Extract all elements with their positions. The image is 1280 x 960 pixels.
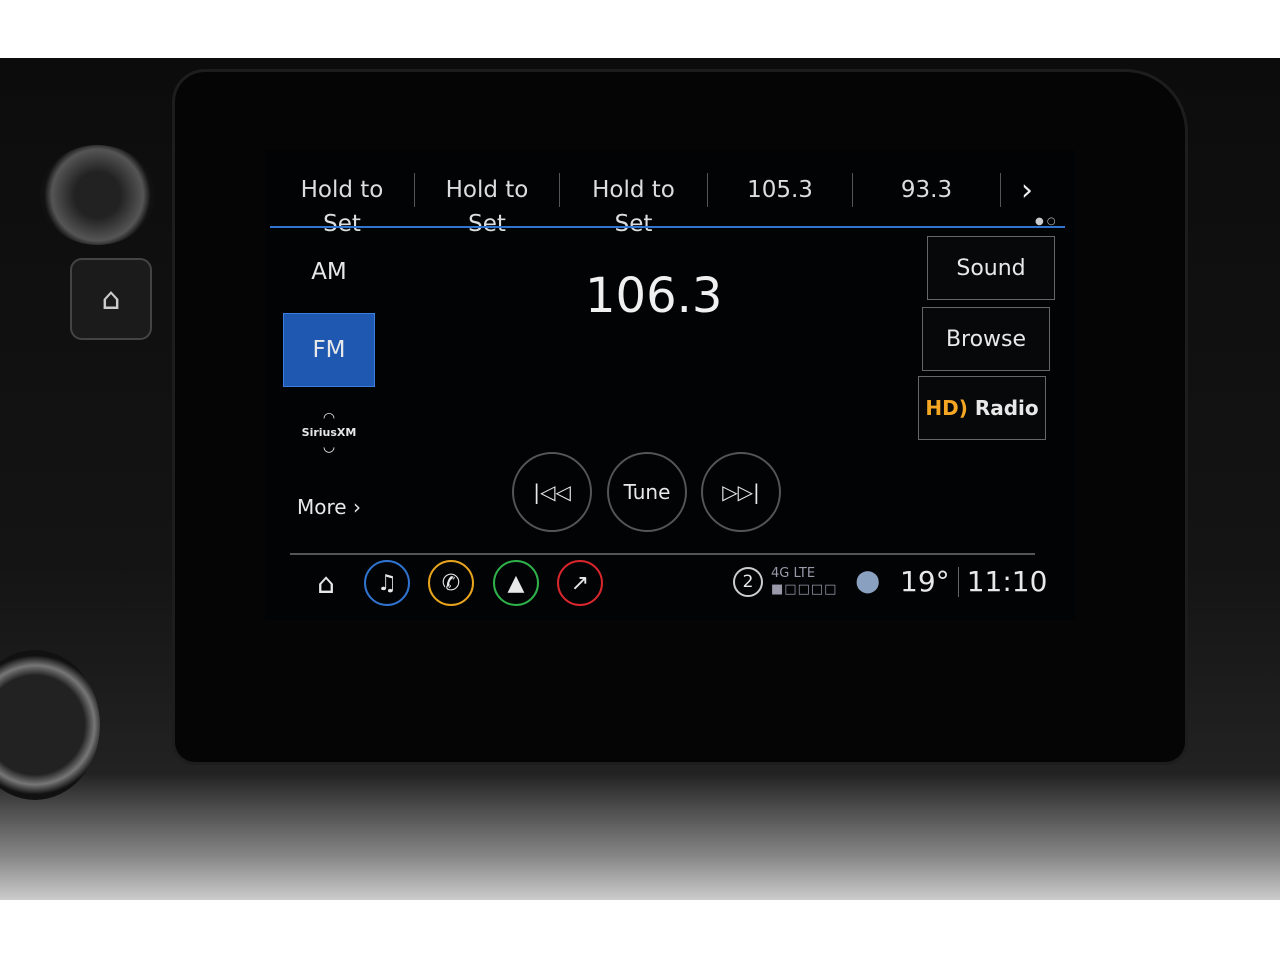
nav-divider [290, 553, 1035, 555]
preset-bar: Hold to Set Hold to Set Hold to Set 105.… [270, 160, 1065, 238]
hd-logo-icon: HD) [925, 396, 968, 420]
band-fm[interactable]: FM [283, 313, 375, 387]
temperature: 19° [900, 565, 950, 598]
siriusxm-waves-icon: ◠ [323, 409, 335, 426]
infotainment-screen: Hold to Set Hold to Set Hold to Set 105.… [265, 150, 1075, 620]
chevron-right-icon[interactable]: › [1021, 173, 1033, 208]
notification-badge[interactable]: 2 [733, 566, 763, 597]
tune-button[interactable]: Tune [607, 452, 687, 532]
more-button[interactable]: More › [297, 495, 361, 519]
preset-5[interactable]: 93.3 [853, 173, 1001, 207]
phone-icon[interactable]: ✆ [428, 560, 474, 606]
skip-back-icon: |◁◁ [533, 480, 571, 504]
signal-bars: ■□□□□ [771, 581, 838, 597]
siriusxm-logo: SiriusXM [301, 425, 357, 439]
network-status: 4G LTE ■□□□□ [771, 566, 837, 598]
preset-4[interactable]: 105.3 [708, 173, 853, 207]
sound-button[interactable]: Sound [927, 236, 1055, 300]
browse-button[interactable]: Browse [922, 307, 1050, 371]
location-pin-icon: ⬤ [855, 569, 881, 594]
volume-knob[interactable] [40, 145, 155, 245]
hardware-home-button[interactable]: ⌂ [70, 258, 152, 340]
chevron-right-icon: › [352, 495, 361, 519]
navigation-icon[interactable]: ▲ [493, 560, 539, 606]
seek-forward-button[interactable]: ▷▷| [701, 452, 781, 532]
status-area: 2 4G LTE ■□□□□ ⬤ 19° 11:10 [733, 565, 1047, 598]
band-am[interactable]: AM [283, 235, 375, 309]
hd-radio-button[interactable]: HD) Radio [918, 376, 1046, 440]
siriusxm-waves-icon: ◡ [323, 438, 335, 455]
music-icon[interactable]: ♫ [364, 560, 410, 606]
preset-divider [270, 226, 1065, 228]
hd-radio-label: Radio [974, 396, 1039, 420]
preset-3[interactable]: Hold to Set [560, 173, 708, 237]
more-label: More [297, 495, 347, 519]
status-divider [957, 566, 959, 597]
current-frequency: 106.3 [585, 268, 723, 324]
onstar-icon[interactable]: ↗ [557, 560, 603, 606]
network-label: 4G LTE [771, 565, 816, 581]
clock: 11:10 [966, 565, 1048, 598]
home-icon: ⌂ [101, 281, 121, 317]
home-icon[interactable]: ⌂ [303, 560, 349, 606]
skip-forward-icon: ▷▷| [722, 480, 760, 504]
seek-back-button[interactable]: |◁◁ [512, 452, 592, 532]
preset-2[interactable]: Hold to Set [415, 173, 560, 237]
band-siriusxm[interactable]: ◠ SiriusXM ◡ [283, 395, 375, 469]
page-indicator: ● ○ [1035, 216, 1056, 227]
preset-1[interactable]: Hold to Set [270, 173, 415, 237]
